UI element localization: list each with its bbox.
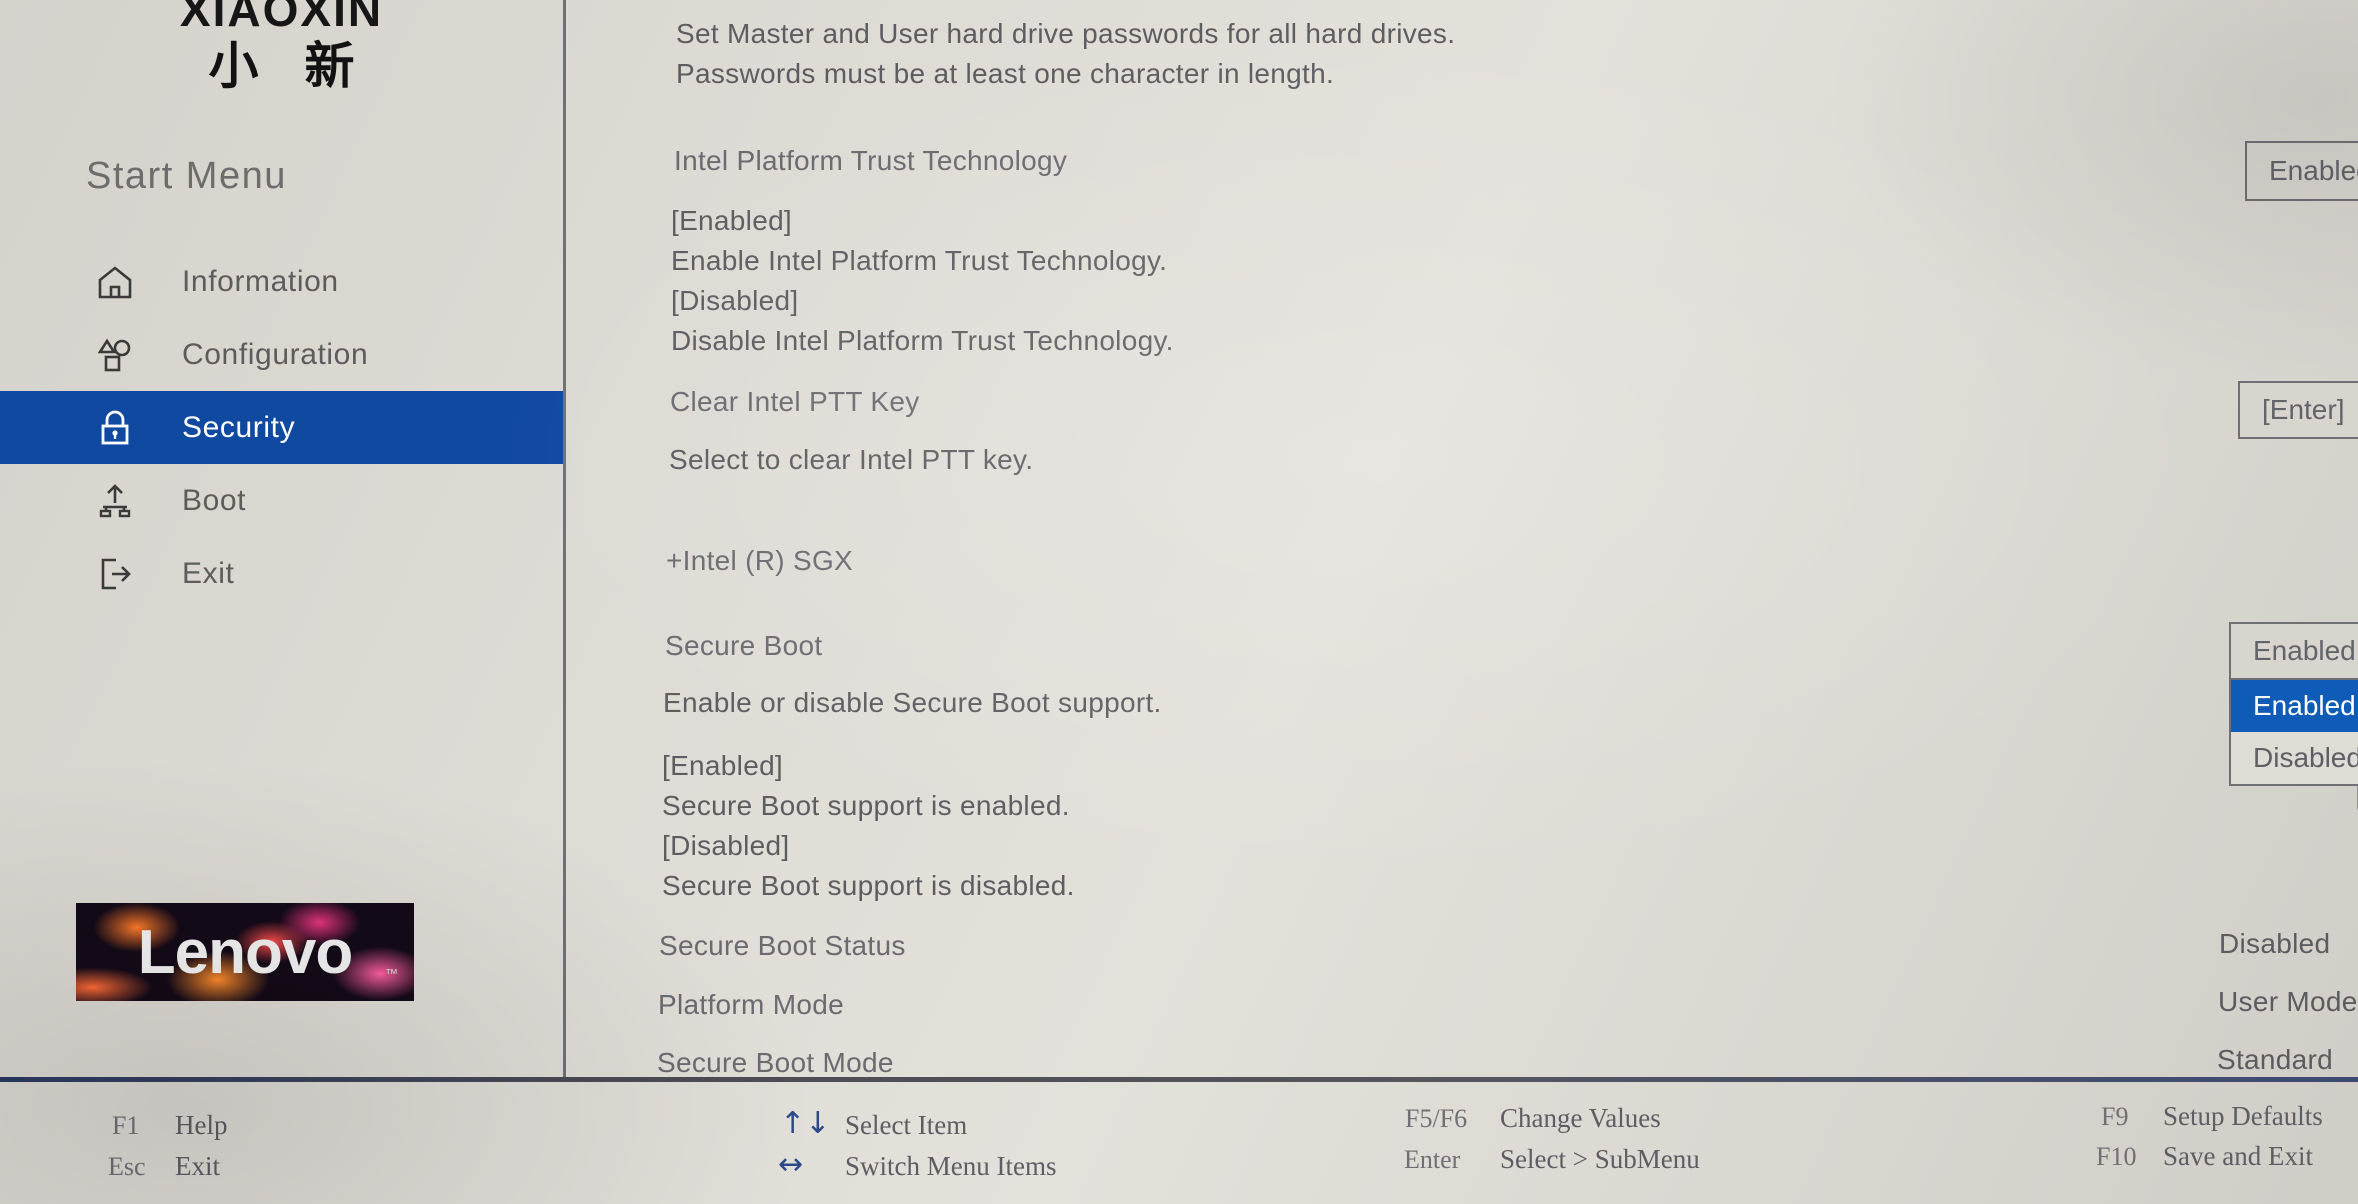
- shortcut-label-help[interactable]: Help: [175, 1110, 227, 1141]
- secure-boot-help-detail-1: Secure Boot support is enabled.: [662, 790, 1070, 821]
- shortcut-label-select-submenu: Select > SubMenu: [1500, 1144, 1700, 1174]
- hdd-password-help-line-2: Passwords must be at least one character…: [676, 58, 1335, 89]
- platform-mode-label: Platform Mode: [658, 989, 844, 1020]
- intel-sgx-submenu-label[interactable]: +Intel (R) SGX: [666, 545, 853, 577]
- secure-boot-value: Enabled: [2253, 635, 2356, 666]
- up-down-arrow-icon: ↑↓: [780, 1106, 831, 1141]
- bios-setup-screen: XIAOXIN 小新 Start Menu Information Config…: [0, 0, 2358, 1204]
- intel-ptt-help-3: Disable Intel Platform Trust Technology.: [671, 325, 1174, 356]
- secure-boot-label: Secure Boot: [665, 630, 823, 661]
- hdd-password-help-line-1: Set Master and User hard drive passwords…: [676, 18, 1456, 49]
- sidebar-item-boot[interactable]: Boot: [0, 464, 563, 537]
- secure-boot-help-detail-2: [Disabled]: [662, 830, 790, 861]
- main-content-panel: Set Master and User hard drive passwords…: [566, 0, 2358, 1078]
- shortcut-label-switch-menu-items: Switch Menu Items: [845, 1151, 1057, 1181]
- clear-intel-ptt-key-dropdown[interactable]: [Enter]: [2238, 381, 2358, 439]
- sidebar-item-label: Information: [182, 264, 339, 298]
- exit-arrow-icon: [95, 554, 135, 594]
- clear-intel-ptt-key-help: Select to clear Intel PTT key.: [669, 444, 1034, 475]
- footer-shortcut-bar: F1 Help Esc Exit ↑↓ Select Item ↔ Switch…: [0, 1082, 2358, 1204]
- shortcut-key-f9: F9: [2101, 1102, 2129, 1131]
- lenovo-logo-text: Lenovo: [137, 917, 353, 987]
- intel-ptt-value: Enabled: [2269, 155, 2358, 186]
- sidebar-item-information[interactable]: Information: [0, 245, 563, 318]
- intel-ptt-help-0: [Enabled]: [671, 205, 793, 236]
- brand-latin-text: XIAOXIN: [179, 0, 384, 36]
- dropdown-option-enabled[interactable]: Enabled: [2231, 680, 2358, 732]
- shortcut-label-save-and-exit[interactable]: Save and Exit: [2163, 1141, 2313, 1172]
- secure-boot-help-detail-0: [Enabled]: [662, 750, 784, 781]
- sidebar-item-label: Boot: [182, 483, 247, 517]
- sidebar-item-label: Exit: [182, 556, 235, 590]
- secure-boot-help-detail-3: Secure Boot support is disabled.: [662, 870, 1075, 901]
- intel-ptt-help-2: [Disabled]: [671, 285, 799, 316]
- clear-intel-ptt-key-label: Clear Intel PTT Key: [670, 386, 920, 417]
- shortcut-label-exit[interactable]: Exit: [175, 1151, 220, 1182]
- lenovo-trademark-symbol: ™: [385, 966, 398, 981]
- shortcut-key-f1: F1: [112, 1111, 140, 1140]
- sidebar-nav: Information Configuration Security Boot …: [0, 245, 563, 610]
- sidebar-item-exit[interactable]: Exit: [0, 537, 563, 610]
- lock-icon: [95, 408, 135, 448]
- secure-boot-mode-label: Secure Boot Mode: [657, 1047, 894, 1078]
- shortcut-label-select-item: Select Item: [845, 1110, 968, 1140]
- shortcut-key-f5-f6: F5/F6: [1405, 1104, 1468, 1133]
- secure-boot-dropdown[interactable]: Enabled: [2229, 622, 2358, 680]
- dropdown-option-disabled[interactable]: Disabled: [2231, 732, 2358, 784]
- sidebar-item-label: Configuration: [182, 337, 369, 371]
- intel-ptt-label: Intel Platform Trust Technology: [674, 145, 1068, 176]
- intel-ptt-dropdown[interactable]: Enabled: [2245, 141, 2358, 201]
- platform-mode-value: User Mode: [2218, 986, 2358, 1017]
- boot-upload-icon: [95, 481, 135, 521]
- sidebar-divider: [563, 0, 566, 1077]
- secure-boot-mode-value: Standard: [2217, 1044, 2334, 1075]
- shortcut-key-enter: Enter: [1404, 1145, 1461, 1174]
- start-menu-title: Start Menu: [86, 155, 287, 197]
- sidebar-item-label: Security: [182, 410, 296, 444]
- sidebar-item-configuration[interactable]: Configuration: [0, 318, 563, 391]
- left-right-arrow-icon: ↔: [778, 1147, 804, 1182]
- brand-cjk-text: 小新: [208, 37, 401, 95]
- home-icon: [95, 262, 135, 302]
- shortcut-key-esc: Esc: [108, 1152, 146, 1181]
- lenovo-logo: Lenovo ™: [76, 903, 414, 1001]
- secure-boot-status-value: Disabled: [2219, 928, 2331, 959]
- shortcut-key-f10: F10: [2096, 1142, 2137, 1171]
- secure-boot-dropdown-options[interactable]: Enabled Disabled: [2229, 680, 2358, 786]
- clear-intel-ptt-key-value: [Enter]: [2262, 394, 2345, 425]
- shortcut-label-setup-defaults[interactable]: Setup Defaults: [2163, 1101, 2323, 1132]
- xiaoxin-brand-logo: XIAOXIN 小新: [0, 0, 563, 96]
- sidebar-item-security[interactable]: Security: [0, 391, 563, 464]
- secure-boot-help: Enable or disable Secure Boot support.: [663, 687, 1162, 718]
- intel-ptt-help-1: Enable Intel Platform Trust Technology.: [671, 245, 1168, 276]
- shapes-icon: [95, 335, 135, 375]
- shortcut-label-change-values: Change Values: [1500, 1103, 1661, 1133]
- sidebar: XIAOXIN 小新 Start Menu Information Config…: [0, 0, 563, 1078]
- secure-boot-status-label: Secure Boot Status: [659, 930, 906, 961]
